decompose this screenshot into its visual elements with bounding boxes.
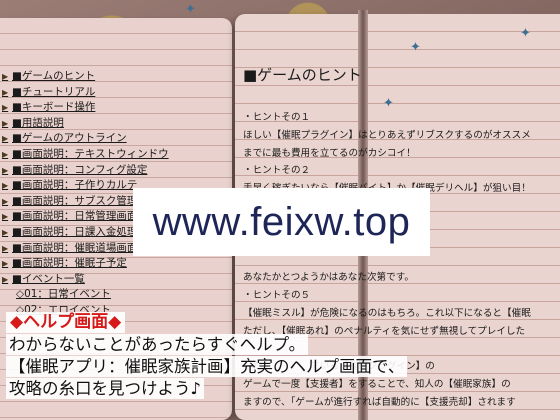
- menu-item[interactable]: ◇01：日常イベント: [2, 287, 230, 303]
- bullet-arrow-icon: ▶: [2, 243, 9, 253]
- bullet-arrow-icon: ▶: [2, 227, 9, 237]
- menu-item-label: ■ゲームのヒント: [12, 70, 96, 82]
- hint-line: ・ヒントその２: [243, 165, 311, 177]
- menu-item-label: ■キーボード操作: [12, 101, 96, 114]
- bullet-arrow-icon: ▶: [2, 212, 9, 222]
- hint-line: ・ヒントその１: [243, 112, 311, 123]
- menu-item-label: ■チュートリアル: [12, 85, 96, 98]
- menu-item-label: ■用語説明: [12, 116, 64, 129]
- bullet-arrow-icon: ▶: [2, 149, 9, 159]
- menu-item-label: ■画面説明：テキストウィンドウ: [12, 147, 169, 160]
- menu-item-label: ■画面説明：日常管理画面: [12, 210, 138, 223]
- menu-item-label: ■イベント一覧: [12, 272, 85, 285]
- menu-item-label: ■画面説明：日課入金処理: [12, 225, 138, 238]
- hint-line: ほしい【催眠プラグイン】はとりあえずリブスクするのがオススメ: [243, 129, 531, 141]
- bullet-arrow-icon: ▶: [2, 87, 9, 97]
- hint-line: までに最も費用を立てるのがカシコイ！: [243, 147, 416, 159]
- bullet-arrow-icon: ▶: [2, 134, 9, 144]
- menu-item[interactable]: ▶ ■ゲームのヒント: [2, 69, 230, 85]
- menu-item[interactable]: ▶ ■イベント一覧: [2, 272, 230, 288]
- caption-line: 攻略の糸口を見つけよう♪: [6, 378, 205, 399]
- caption-title: ◆ヘルプ画面◆: [6, 312, 126, 333]
- promo-caption: ◆ヘルプ画面◆ わからないことがあったらすぐヘルプ。 【催眠アプリ：催眠家族計画…: [6, 312, 560, 399]
- watermark-banner: www.feixw.top: [133, 188, 430, 256]
- menu-item-label: ■画面説明：コンフィグ設定: [12, 163, 148, 176]
- menu-item-label: ■画面説明：催眠子予定: [12, 257, 127, 270]
- bullet-arrow-icon: ▶: [2, 181, 9, 191]
- menu-item-label: ■ゲームのアウトライン: [12, 132, 127, 145]
- menu-item[interactable]: ▶ ■用語説明: [2, 116, 230, 132]
- bullet-arrow-icon: ▶: [2, 274, 9, 284]
- bullet-arrow-icon: ▶: [2, 165, 9, 175]
- caption-line: わからないことがあったらすぐヘルプ。: [6, 334, 309, 355]
- menu-item[interactable]: ▶ ■画面説明：催眠子予定: [2, 256, 230, 272]
- menu-item-label: ■画面説明：子作りカルテ: [12, 179, 138, 192]
- menu-item-label: ■画面説明：催眠道場画面: [12, 241, 138, 254]
- butterfly-icon: ✦: [185, 2, 196, 17]
- bullet-arrow-icon: ▶: [2, 259, 9, 269]
- butterfly-icon: ✦: [520, 26, 531, 41]
- help-heading: ■ゲームのヒント: [243, 66, 362, 84]
- bullet-arrow-icon: ▶: [2, 196, 9, 206]
- menu-item[interactable]: ▶ ■チュートリアル: [2, 85, 230, 101]
- hint-line: あなたかとつようかはあなた次第です。: [243, 272, 414, 284]
- bullet-arrow-icon: ▶: [2, 103, 9, 113]
- menu-item[interactable]: ▶ ■キーボード操作: [2, 100, 230, 116]
- hint-line: ・ヒントその５: [243, 289, 311, 301]
- menu-item[interactable]: ▶ ■画面説明：テキストウィンドウ: [2, 147, 230, 163]
- menu-item[interactable]: ▶ ■画面説明：コンフィグ設定: [2, 163, 230, 179]
- butterfly-icon: ✦: [410, 40, 421, 55]
- bullet-arrow-icon: ▶: [2, 72, 9, 81]
- caption-line: 【催眠アプリ：催眠家族計画】充実のヘルプ画面で、: [6, 356, 408, 377]
- bullet-arrow-icon: ▶: [2, 118, 9, 128]
- menu-item[interactable]: ▶ ■ゲームのアウトライン: [2, 131, 230, 147]
- menu-item-label: ■画面説明：サブスク管理: [12, 194, 138, 207]
- menu-item-label: ◇01：日常イベント: [16, 288, 111, 301]
